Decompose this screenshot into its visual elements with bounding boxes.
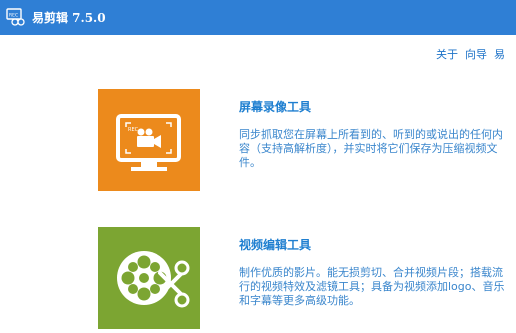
title-bar: REC 易剪辑 7.5.0 xyxy=(0,0,516,35)
screen-recorder-title[interactable]: 屏幕录像工具 xyxy=(239,98,311,115)
app-title: 易剪辑 7.5.0 xyxy=(32,11,106,25)
video-editor-title[interactable]: 视频编辑工具 xyxy=(239,236,311,253)
top-nav: 关于 向导 易 xyxy=(436,46,516,62)
svg-text:REC: REC xyxy=(128,127,139,133)
screen-recorder-tile[interactable]: REC xyxy=(98,89,200,191)
video-editor-tile[interactable] xyxy=(98,227,200,329)
nav-about-link[interactable]: 关于 xyxy=(436,46,458,62)
screen-recorder-description: 同步抓取您在屏幕上所看到的、听到的或说出的任何内容（支持高解析度），并实时将它们… xyxy=(239,128,503,169)
video-editor-description: 制作优质的影片。能无损剪切、合并视频片段；搭载流行的视频特效及滤镜工具；具备为视… xyxy=(239,266,505,307)
app-logo-icon: REC xyxy=(6,8,25,26)
monitor-camera-icon: REC xyxy=(116,114,181,171)
nav-wizard-link[interactable]: 向导 xyxy=(465,46,487,62)
film-reel-scissors-icon xyxy=(117,251,190,308)
svg-text:REC: REC xyxy=(9,13,18,19)
nav-more-link[interactable]: 易 xyxy=(494,46,505,62)
